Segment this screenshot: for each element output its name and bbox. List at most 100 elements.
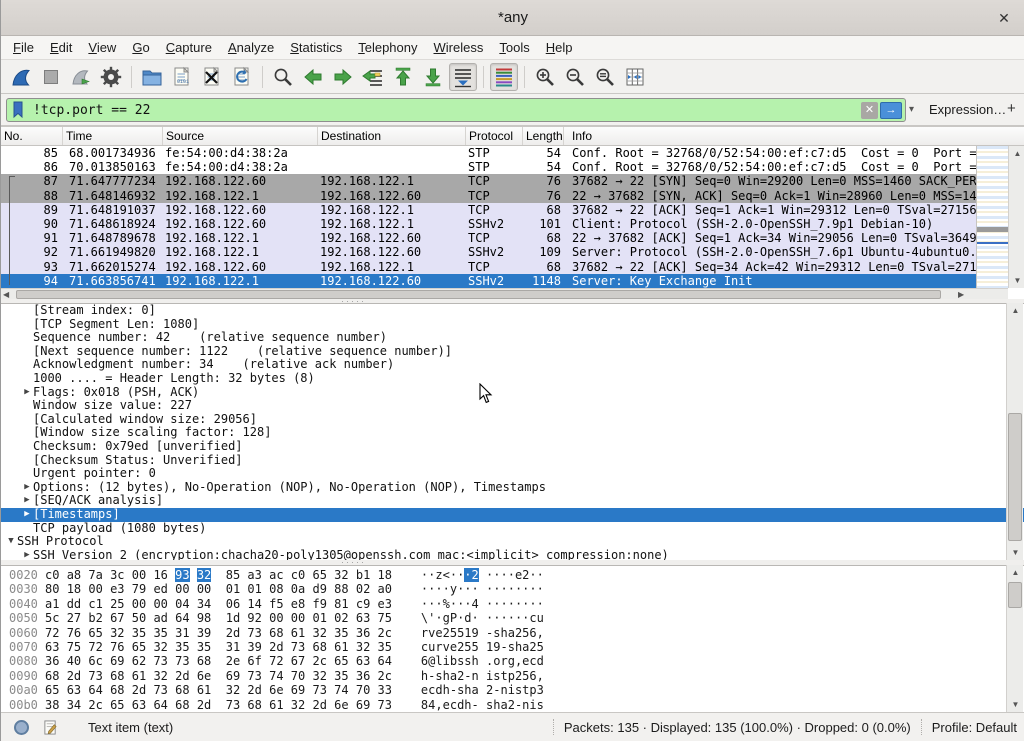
packet-row-93[interactable]: 9371.662015274192.168.122.60192.168.122.…: [1, 260, 976, 274]
menu-go[interactable]: Go: [124, 38, 157, 57]
detail-line[interactable]: ▶[SEQ/ACK analysis]: [1, 494, 1024, 508]
scroll-down-icon[interactable]: ▼: [1009, 273, 1024, 288]
capture-stop-icon[interactable]: [37, 63, 65, 91]
detail-line[interactable]: [Stream index: 0]: [1, 304, 1024, 318]
filter-value[interactable]: !tcp.port == 22: [33, 103, 861, 118]
menu-tools[interactable]: Tools: [491, 38, 537, 57]
detail-line[interactable]: ▶[Timestamps]: [1, 508, 1024, 522]
resize-columns-icon[interactable]: [621, 63, 649, 91]
expand-icon[interactable]: ▶: [21, 386, 33, 400]
open-file-icon[interactable]: [138, 63, 166, 91]
scroll-down-icon[interactable]: ▼: [1007, 545, 1024, 560]
filter-apply-icon[interactable]: →: [880, 102, 902, 119]
packet-row-89[interactable]: 8971.648191037192.168.122.60192.168.122.…: [1, 203, 976, 217]
collapse-icon[interactable]: ▼: [5, 535, 17, 549]
close-file-icon[interactable]: [198, 63, 226, 91]
detail-line[interactable]: 1000 .... = Header Length: 32 bytes (8): [1, 372, 1024, 386]
column-header-destination[interactable]: Destination: [318, 127, 466, 145]
packet-row-86[interactable]: 8670.013850163fe:54:00:d4:38:2aSTP54Conf…: [1, 160, 976, 174]
menu-capture[interactable]: Capture: [158, 38, 220, 57]
expression-button[interactable]: Expression…: [929, 102, 1006, 117]
column-header-protocol[interactable]: Protocol: [466, 127, 523, 145]
colorize-icon[interactable]: [490, 63, 518, 91]
menu-analyze[interactable]: Analyze: [220, 38, 282, 57]
expand-icon[interactable]: ▶: [21, 494, 33, 508]
hex-row-0090[interactable]: 009068 2d 73 68 61 32 2d 6e 69 73 74 70 …: [1, 669, 1024, 683]
expand-icon[interactable]: ▶: [21, 549, 33, 560]
capture-start-icon[interactable]: [7, 63, 35, 91]
packet-list-header[interactable]: No.TimeSourceDestinationProtocolLengthIn…: [1, 127, 1024, 146]
scroll-up-icon[interactable]: ▲: [1009, 146, 1024, 161]
expert-info-icon[interactable]: [14, 720, 29, 735]
detail-line[interactable]: Urgent pointer: 0: [1, 467, 1024, 481]
detail-line[interactable]: Window size value: 227: [1, 399, 1024, 413]
zoom-original-icon[interactable]: [591, 63, 619, 91]
detail-line[interactable]: TCP payload (1080 bytes): [1, 522, 1024, 536]
expand-icon[interactable]: ▶: [21, 508, 33, 522]
capture-comment-icon[interactable]: [43, 720, 58, 735]
menu-telephony[interactable]: Telephony: [350, 38, 425, 57]
menu-statistics[interactable]: Statistics: [282, 38, 350, 57]
detail-line[interactable]: Checksum: 0x79ed [unverified]: [1, 440, 1024, 454]
column-header-source[interactable]: Source: [163, 127, 318, 145]
packet-row-91[interactable]: 9171.648789678192.168.122.1192.168.122.6…: [1, 231, 976, 245]
column-header-info[interactable]: Info: [564, 127, 1024, 145]
packet-list-vscrollbar[interactable]: ▲ ▼: [1008, 146, 1024, 288]
detail-line[interactable]: ▼SSH Protocol: [1, 535, 1024, 549]
go-top-icon[interactable]: [389, 63, 417, 91]
packet-row-90[interactable]: 9071.648618924192.168.122.60192.168.122.…: [1, 217, 976, 231]
column-header-length[interactable]: Length: [523, 127, 564, 145]
details-scroll-thumb[interactable]: [1008, 413, 1022, 541]
capture-options-icon[interactable]: [97, 63, 125, 91]
profile-text[interactable]: Profile: Default: [932, 720, 1017, 735]
packet-row-87[interactable]: 8771.647777234192.168.122.60192.168.122.…: [1, 174, 976, 188]
hex-row-0030[interactable]: 003080 18 00 e3 79 ed 00 00 01 01 08 0a …: [1, 582, 1024, 596]
find-packet-icon[interactable]: [269, 63, 297, 91]
hex-row-0040[interactable]: 0040a1 dd c1 25 00 00 04 34 06 14 f5 e8 …: [1, 597, 1024, 611]
details-vscrollbar[interactable]: ▲ ▼: [1006, 303, 1023, 560]
hex-row-0060[interactable]: 006072 76 65 32 35 35 31 39 2d 73 68 61 …: [1, 626, 1024, 640]
bookmark-icon[interactable]: [9, 100, 29, 120]
zoom-out-icon[interactable]: [561, 63, 589, 91]
scroll-up-icon[interactable]: ▲: [1007, 565, 1024, 580]
menu-wireless[interactable]: Wireless: [426, 38, 492, 57]
detail-line[interactable]: ▶Flags: 0x018 (PSH, ACK): [1, 386, 1024, 400]
menu-view[interactable]: View: [80, 38, 124, 57]
filter-history-caret-icon[interactable]: ▾: [909, 104, 914, 115]
titlebar[interactable]: *any ✕: [1, 0, 1024, 36]
bytes-vscrollbar[interactable]: ▲ ▼: [1006, 565, 1023, 712]
hscroll-thumb[interactable]: [16, 290, 941, 299]
hex-row-0070[interactable]: 007063 75 72 76 65 32 35 35 31 39 2d 73 …: [1, 640, 1024, 654]
packet-row-85[interactable]: 8568.001734936fe:54:00:d4:38:2aSTP54Conf…: [1, 146, 976, 160]
detail-line[interactable]: [Checksum Status: Unverified]: [1, 454, 1024, 468]
detail-line[interactable]: [Next sequence number: 1122 (relative se…: [1, 345, 1024, 359]
scroll-up-icon[interactable]: ▲: [1007, 303, 1024, 318]
expand-icon[interactable]: ▶: [21, 481, 33, 495]
save-file-icon[interactable]: 0101: [168, 63, 196, 91]
detail-line[interactable]: ▶Options: (12 bytes), No-Operation (NOP)…: [1, 481, 1024, 495]
bytes-scroll-thumb[interactable]: [1008, 582, 1022, 608]
go-back-icon[interactable]: [299, 63, 327, 91]
reload-file-icon[interactable]: [228, 63, 256, 91]
packet-row-94[interactable]: 9471.663856741192.168.122.1192.168.122.6…: [1, 274, 976, 288]
hex-row-00a0[interactable]: 00a065 63 64 68 2d 73 68 61 32 2d 6e 69 …: [1, 683, 1024, 697]
detail-line[interactable]: [TCP Segment Len: 1080]: [1, 318, 1024, 332]
filter-clear-icon[interactable]: ✕: [861, 102, 878, 119]
packet-row-92[interactable]: 9271.661949820192.168.122.1192.168.122.6…: [1, 245, 976, 259]
close-icon[interactable]: ✕: [995, 9, 1013, 27]
menu-edit[interactable]: Edit: [42, 38, 80, 57]
detail-line[interactable]: [Window size scaling factor: 128]: [1, 426, 1024, 440]
detail-line[interactable]: [Calculated window size: 29056]: [1, 413, 1024, 427]
column-header-time[interactable]: Time: [63, 127, 163, 145]
auto-scroll-icon[interactable]: [449, 63, 477, 91]
hex-row-0050[interactable]: 00505c 27 b2 67 50 ad 64 98 1d 92 00 00 …: [1, 611, 1024, 625]
add-filter-button[interactable]: +: [1007, 100, 1016, 117]
packet-list-minimap-scrollbar[interactable]: [976, 146, 1008, 288]
capture-restart-icon[interactable]: [67, 63, 95, 91]
go-forward-icon[interactable]: [329, 63, 357, 91]
detail-line[interactable]: Acknowledgment number: 34 (relative ack …: [1, 358, 1024, 372]
menu-help[interactable]: Help: [538, 38, 581, 57]
menu-file[interactable]: File: [5, 38, 42, 57]
column-header-no[interactable]: No.: [1, 127, 63, 145]
go-bottom-icon[interactable]: [419, 63, 447, 91]
